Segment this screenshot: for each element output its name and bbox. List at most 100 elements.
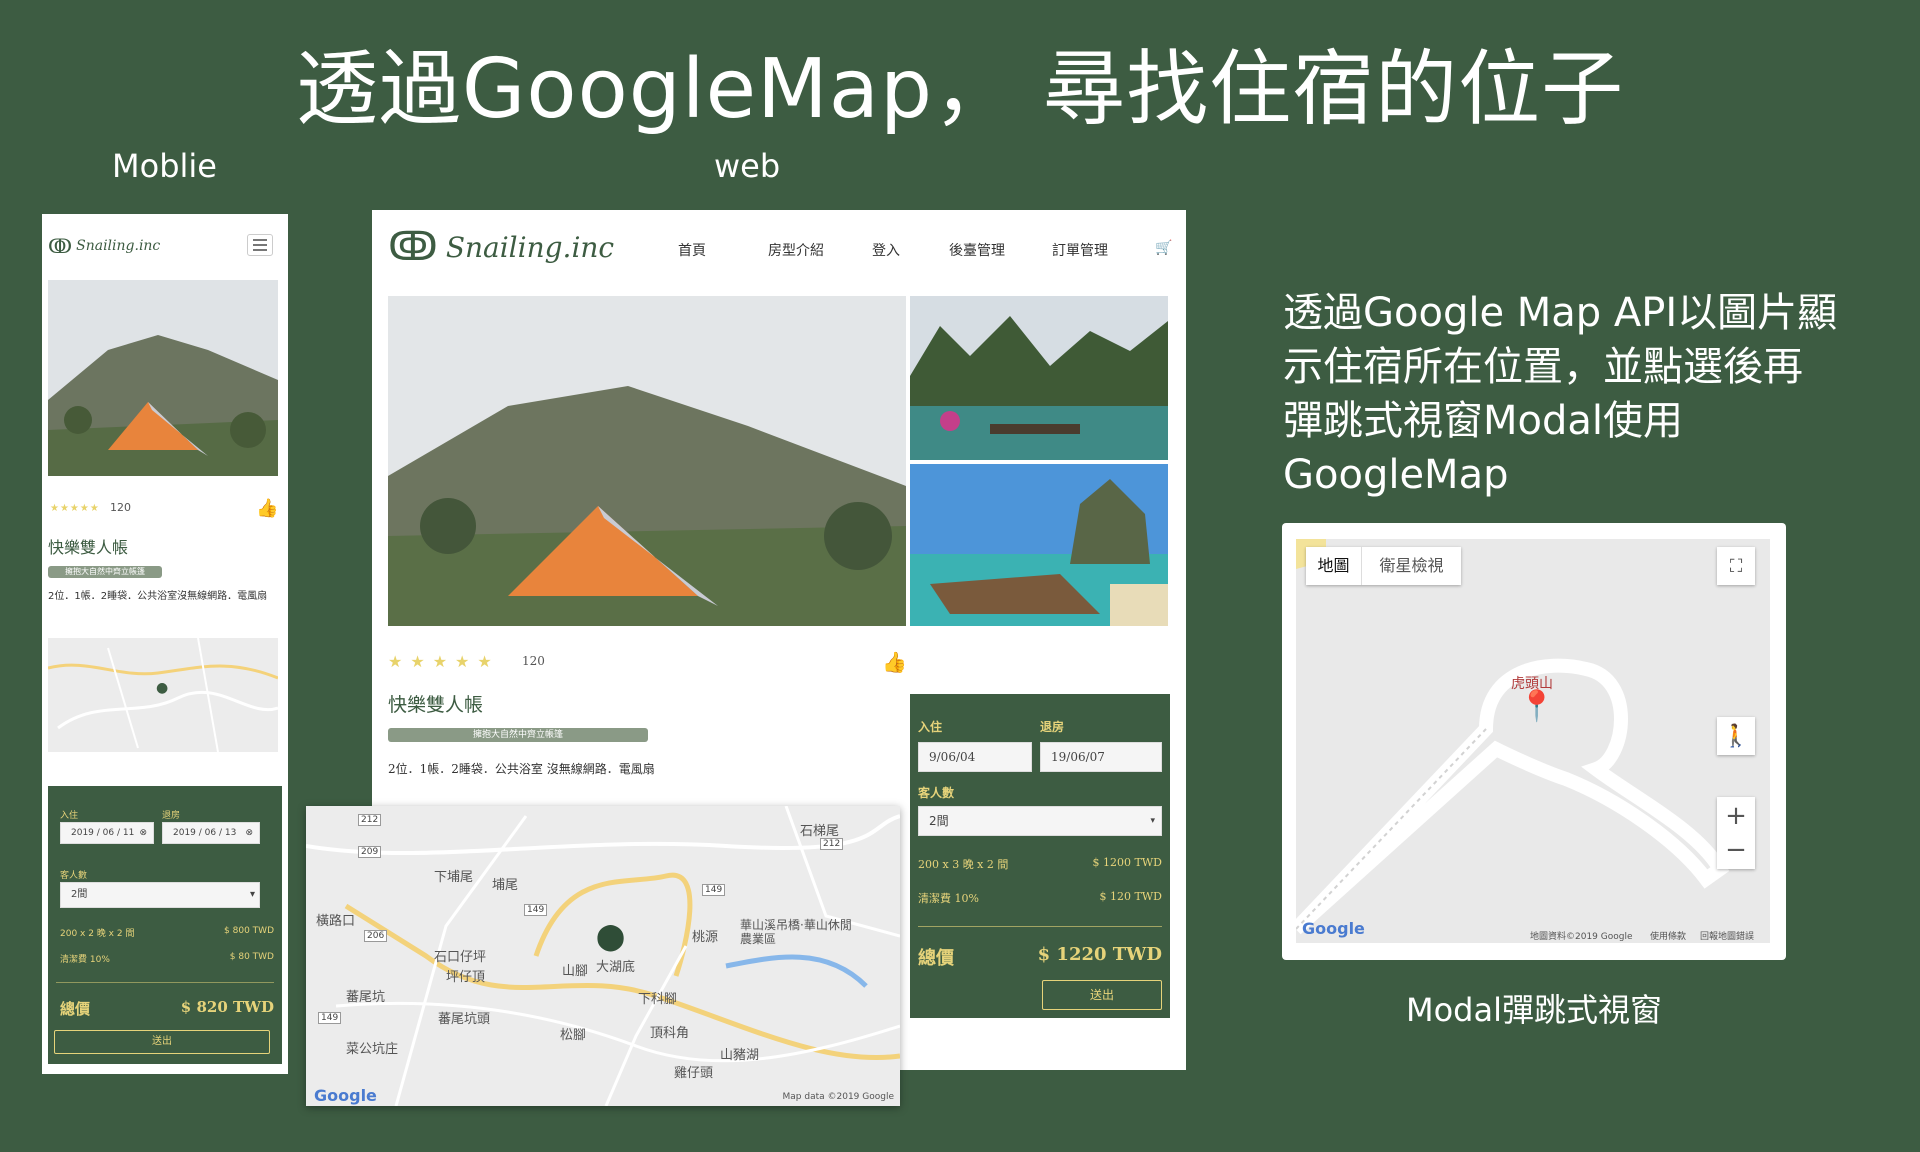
zoom-out-icon[interactable]: −	[1725, 833, 1747, 867]
total-value: $ 1220 TWD	[1037, 944, 1162, 965]
road-badge: 149	[524, 904, 548, 916]
total-label: 總價	[60, 1000, 91, 1018]
road-badge: 212	[358, 814, 382, 826]
room-name: 快樂雙人帳	[48, 538, 129, 557]
nav-home[interactable]: 首頁	[678, 240, 706, 260]
room-tag: 擁抱大自然中齊立帳篷	[48, 566, 162, 578]
road-badge: 209	[358, 846, 382, 858]
guests-select[interactable]: 2間 ▾	[60, 882, 260, 908]
snail-icon: ↂ	[388, 224, 438, 270]
map-place: 橫路口	[316, 914, 356, 929]
checkin-input[interactable]: 9/06/04	[918, 742, 1032, 772]
checkout-input[interactable]: 19/06/07	[1040, 742, 1162, 772]
line2-label: 清潔費 10%	[918, 892, 979, 905]
map-place: 下科腳	[638, 992, 678, 1007]
submit-button[interactable]: 送出	[1042, 980, 1162, 1010]
cart-icon[interactable]: 🛒	[1155, 240, 1172, 256]
map-pin-icon[interactable]: 📍	[1518, 689, 1555, 724]
map-place: 松腳	[560, 1028, 587, 1043]
zoom-in-icon[interactable]: +	[1725, 799, 1747, 833]
side-photo-beach[interactable]	[910, 464, 1168, 626]
brand-logo[interactable]: ↂ Snailing.inc	[48, 234, 160, 258]
map-place: 蕃尾坑頭	[438, 1012, 491, 1027]
nav-login[interactable]: 登入	[872, 240, 900, 260]
total-value: $ 820 TWD	[180, 998, 274, 1016]
map-place: 下埔尾	[434, 870, 474, 885]
map-footer-attribution: 地圖資料©2019 Google	[1530, 932, 1633, 942]
map-attribution: Map data ©2019 Google	[782, 1092, 895, 1102]
rating-count: 120	[522, 654, 545, 668]
mobile-booking-panel: 入住 退房 2019 / 06 / 11 ⊗ 2019 / 06 / 13 ⊗ 客人…	[48, 786, 282, 1064]
nav-rooms[interactable]: 房型介紹	[768, 240, 824, 260]
checkin-label: 入住	[918, 720, 943, 734]
map-place: 山豬湖	[720, 1048, 760, 1063]
fullscreen-icon[interactable]: ⛶	[1717, 547, 1755, 585]
divider	[918, 926, 1162, 927]
nav-admin[interactable]: 後臺管理	[949, 240, 1005, 260]
submit-button[interactable]: 送出	[54, 1030, 270, 1054]
web-map-popup[interactable]: 石梯尾 下埔尾 埔尾 橫路口 桃源 華山溪吊橋·華山休閒農業區 石口仔坪 坪仔頂…	[306, 806, 900, 1106]
mobile-mockup: ↂ Snailing.inc ★★★★★ 120 👍 快樂雙人帳 擁抱大自然中齊…	[42, 214, 288, 1074]
room-features: 2位．1帳．2睡袋．公共浴室沒無線網路．電風扇	[48, 591, 268, 602]
map-modal: 地圖 衛星檢視 ⛶ 虎頭山 📍 🚶 + − Google 地圖資料©2019 G…	[1282, 523, 1786, 960]
line2-value: $ 120 TWD	[1099, 890, 1162, 903]
guests-label: 客人數	[60, 871, 88, 881]
brand-logo[interactable]: ↂ Snailing.inc	[388, 224, 614, 270]
checkout-input[interactable]: 2019 / 06 / 13 ⊗	[162, 822, 260, 844]
map-place: 菜公坑庄	[346, 1042, 399, 1057]
map-place: 石口仔坪	[434, 950, 487, 965]
line1-value: $ 1200 TWD	[1092, 856, 1162, 869]
map-place: 山腳	[562, 964, 589, 979]
hamburger-menu-icon[interactable]	[247, 234, 273, 256]
guests-label: 客人數	[918, 786, 955, 800]
checkout-label: 退房	[162, 811, 181, 821]
map-footer-report[interactable]: 回報地圖錯誤	[1700, 929, 1754, 942]
main-room-photo[interactable]	[388, 296, 906, 626]
map-place: 蕃尾坑	[346, 990, 386, 1005]
map-place: 雞仔頭	[674, 1066, 714, 1081]
map-pin-icon[interactable]: ●	[156, 680, 168, 696]
web-booking-panel: 入住 退房 9/06/04 19/06/07 客人數 2間 ▾ 200 x 3 晚…	[910, 694, 1170, 1018]
line1-label: 200 x 2 晚 x 2 間	[60, 929, 135, 939]
room-photo[interactable]	[48, 280, 278, 476]
divider	[56, 982, 274, 983]
tab-map[interactable]: 地圖	[1306, 547, 1362, 585]
like-icon[interactable]: 👍	[256, 498, 278, 519]
tab-satellite[interactable]: 衛星檢視	[1362, 547, 1461, 585]
line1-value: $ 800 TWD	[224, 926, 274, 936]
map-place: 頂科角	[650, 1026, 690, 1041]
map-place: 埔尾	[492, 878, 519, 893]
line1-label: 200 x 3 晚 x 2 間	[918, 858, 1009, 871]
guests-select[interactable]: 2間 ▾	[918, 806, 1162, 836]
map-place: 桃源	[692, 930, 719, 945]
rating-stars: ★★★★★	[388, 652, 500, 671]
road-badge: 206	[364, 930, 388, 942]
road-badge: 149	[702, 884, 726, 896]
like-icon[interactable]: 👍	[882, 650, 907, 674]
street-view-pegman-icon[interactable]: 🚶	[1717, 717, 1755, 755]
map-pin-icon[interactable]: ⬤	[596, 922, 625, 952]
map-place: 坪仔頂	[446, 970, 486, 985]
nav-orders[interactable]: 訂單管理	[1052, 240, 1108, 260]
zoom-control: + −	[1717, 797, 1755, 869]
google-logo: Google	[1302, 919, 1365, 938]
map-type-toggle: 地圖 衛星檢視	[1306, 547, 1461, 585]
mobile-map-thumbnail[interactable]: ●	[48, 638, 278, 752]
map-place: 華山溪吊橋·華山休閒農業區	[740, 918, 852, 946]
modal-google-map[interactable]: 地圖 衛星檢視 ⛶ 虎頭山 📍 🚶 + − Google 地圖資料©2019 G…	[1296, 539, 1770, 943]
total-label: 總價	[918, 948, 954, 969]
map-place: 石梯尾	[800, 824, 840, 839]
checkin-input[interactable]: 2019 / 06 / 11 ⊗	[60, 822, 154, 844]
description: 透過Google Map API以圖片顯 示住宿所在位置，並點選後再 彈跳式視窗…	[1283, 290, 1838, 498]
side-photo-halong[interactable]	[910, 296, 1168, 460]
modal-map-roads	[1296, 539, 1770, 943]
google-logo: Google	[314, 1086, 377, 1105]
road-badge: 149	[318, 1012, 342, 1024]
mobile-label: Moblie	[112, 147, 217, 185]
modal-caption: Modal彈跳式視窗	[1405, 991, 1662, 1029]
page-title: 透過GoogleMap， 尋找住宿的位子	[295, 42, 1625, 137]
line2-value: $ 80 TWD	[229, 952, 274, 962]
room-tag: 擁抱大自然中齊立帳篷	[388, 728, 648, 742]
map-footer-terms[interactable]: 使用條款	[1650, 929, 1686, 942]
room-features: 2位．1帳．2睡袋．公共浴室 沒無線網路．電風扇	[388, 762, 655, 776]
